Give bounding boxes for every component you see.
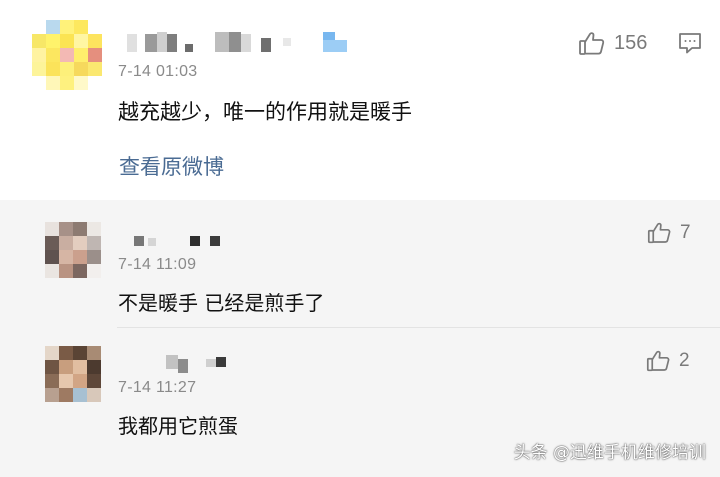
like-count: 7 bbox=[680, 221, 691, 243]
reply-timestamp: 7-14 11:09 bbox=[118, 256, 197, 273]
comment-thread: 7-14 01:03 越充越少，唯一的作用就是暖手 查看原微博 156 7-14… bbox=[0, 0, 720, 477]
reply-divider bbox=[117, 327, 720, 328]
like-button[interactable]: 2 bbox=[646, 348, 690, 373]
avatar[interactable] bbox=[45, 346, 101, 402]
main-comment: 7-14 01:03 越充越少，唯一的作用就是暖手 查看原微博 156 bbox=[0, 0, 720, 200]
thumbs-up-icon bbox=[578, 29, 606, 57]
thumbs-up-icon bbox=[646, 348, 671, 373]
reply-timestamp: 7-14 11:27 bbox=[118, 379, 197, 396]
like-button[interactable]: 7 bbox=[647, 220, 691, 245]
username-obscured[interactable] bbox=[166, 353, 236, 373]
comment-text: 越充越少，唯一的作用就是暖手 bbox=[118, 100, 412, 124]
username-obscured[interactable] bbox=[127, 32, 367, 52]
avatar[interactable] bbox=[45, 222, 101, 278]
username-obscured[interactable] bbox=[134, 234, 234, 254]
thumbs-up-icon bbox=[647, 220, 672, 245]
reply-list: 7-14 11:09 不是暖手 已经是煎手了 7 7-14 11:27 我都用它… bbox=[0, 200, 720, 477]
reply-text: 不是暖手 已经是煎手了 bbox=[118, 291, 325, 315]
like-button[interactable]: 156 bbox=[578, 29, 647, 57]
comment-icon[interactable] bbox=[677, 31, 703, 59]
reply-text: 我都用它煎蛋 bbox=[118, 414, 238, 438]
view-original-post-link[interactable]: 查看原微博 bbox=[119, 151, 224, 181]
avatar[interactable] bbox=[32, 20, 102, 90]
comment-timestamp: 7-14 01:03 bbox=[118, 63, 198, 80]
watermark: 头条 @迅维手机维修培训 bbox=[513, 443, 706, 463]
like-count: 2 bbox=[679, 349, 690, 371]
like-count: 156 bbox=[614, 31, 648, 54]
